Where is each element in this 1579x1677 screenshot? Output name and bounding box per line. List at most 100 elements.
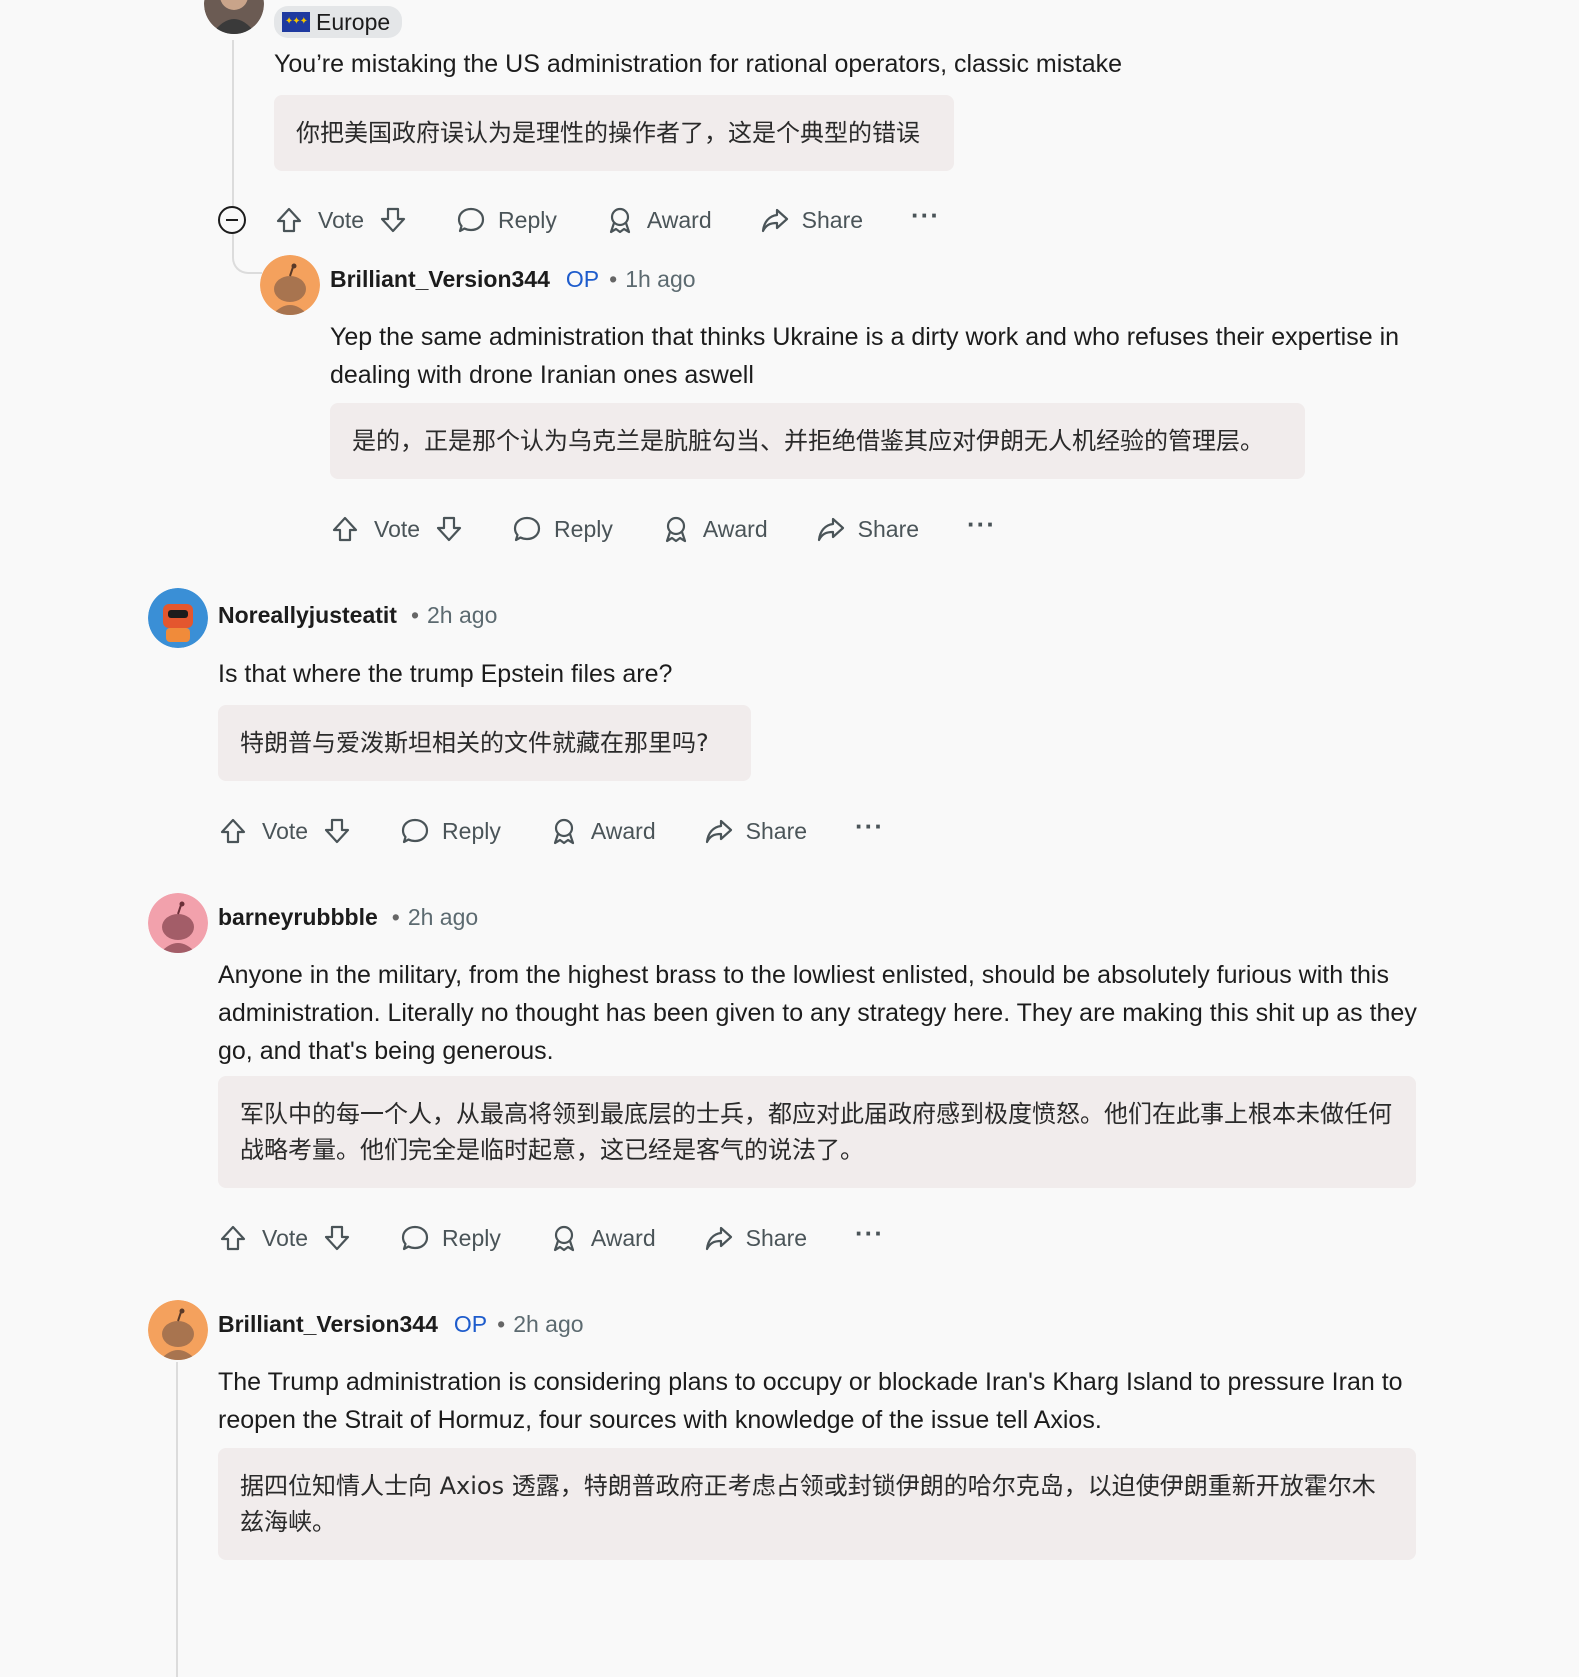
award-label: Award xyxy=(702,515,768,542)
award-ribbon-icon xyxy=(553,818,574,845)
vote-label: Vote xyxy=(318,206,365,233)
comment-thread: ✦✦✦ Europe You’re mistaking the US admin… xyxy=(0,0,1579,1677)
speech-bubble-icon xyxy=(401,818,429,844)
op-badge: OP xyxy=(453,1311,488,1337)
username-link[interactable]: Noreallyjusteatit xyxy=(218,602,397,629)
comment-translation: 是的，正是那个认为乌克兰是肮脏勾当、并拒绝借鉴其应对伊朗无人机经验的管理层。 xyxy=(330,403,1305,479)
share-arrow-icon xyxy=(761,208,788,233)
reply-button[interactable]: Reply xyxy=(400,816,501,846)
share-label: Share xyxy=(857,515,920,542)
separator-dot: • xyxy=(391,904,400,930)
comment-body: Anyone in the military, from the highest… xyxy=(218,961,1417,1065)
vote-control: Vote xyxy=(274,205,408,235)
share-label: Share xyxy=(745,1224,808,1251)
comment-translation: 据四位知情人士向 Axios 透露，特朗普政府正考虑占领或封锁伊朗的哈尔克岛，以… xyxy=(218,1448,1416,1560)
username-link[interactable]: Brilliant_Version344 xyxy=(218,1311,438,1338)
flair-label: Europe xyxy=(316,8,391,35)
avatar[interactable] xyxy=(148,1300,208,1360)
comment-actions: Vote Reply Award Share ··· xyxy=(330,509,996,549)
speech-bubble-icon xyxy=(401,1225,429,1251)
avatar[interactable] xyxy=(204,0,264,34)
reply-button[interactable]: Reply xyxy=(400,1223,501,1253)
vote-control: Vote xyxy=(218,816,352,846)
separator-dot: • xyxy=(497,1311,506,1337)
comment-body: You’re mistaking the US administration f… xyxy=(274,50,1123,78)
user-flair: ✦✦✦ Europe xyxy=(274,6,403,38)
comment-translation: 你把美国政府误认为是理性的操作者了，这是个典型的错误 xyxy=(274,95,954,171)
thread-line xyxy=(176,1362,178,1677)
avatar[interactable] xyxy=(148,893,208,953)
award-label: Award xyxy=(646,206,712,233)
comment-meta: Noreallyjusteatit • 2h ago xyxy=(218,602,497,629)
award-label: Award xyxy=(590,817,656,844)
comment-meta: Brilliant_Version344 OP • 2h ago xyxy=(218,1311,584,1338)
reply-label: Reply xyxy=(554,515,613,542)
timestamp[interactable]: 2h ago xyxy=(427,602,497,629)
vote-label: Vote xyxy=(374,515,421,542)
speech-bubble-icon xyxy=(513,516,541,542)
eu-flag-icon: ✦✦✦ xyxy=(282,12,310,32)
more-options-button[interactable]: ··· xyxy=(967,511,996,539)
username-link[interactable]: Brilliant_Version344 xyxy=(330,266,550,293)
award-label: Award xyxy=(590,1224,656,1251)
avatar[interactable] xyxy=(260,255,320,315)
avatar[interactable] xyxy=(148,588,208,648)
share-label: Share xyxy=(745,817,808,844)
separator-dot: • xyxy=(410,602,420,628)
vote-label: Vote xyxy=(262,817,309,844)
thread-connector xyxy=(232,250,262,274)
comment-body: Is that where the trump Epstein files ar… xyxy=(218,660,673,688)
arrow-up-icon[interactable] xyxy=(330,514,360,544)
vote-label: Vote xyxy=(262,1224,309,1251)
share-arrow-icon xyxy=(817,517,844,542)
arrow-down-icon[interactable] xyxy=(322,816,352,846)
comment-actions: Vote Reply Award Share ··· xyxy=(218,1218,884,1258)
arrow-up-icon[interactable] xyxy=(218,816,248,846)
award-ribbon-icon xyxy=(609,207,630,234)
arrow-up-icon[interactable] xyxy=(274,205,304,235)
collapse-thread-button[interactable] xyxy=(218,206,246,234)
username-link[interactable]: barneyrubbble xyxy=(218,904,378,931)
comment-translation: 特朗普与爱泼斯坦相关的文件就藏在那里吗? xyxy=(218,705,751,781)
arrow-down-icon[interactable] xyxy=(322,1223,352,1253)
reply-label: Reply xyxy=(442,1224,501,1251)
comment-actions: Vote Reply Award Share ··· xyxy=(274,200,940,240)
award-button[interactable]: Award xyxy=(661,514,768,544)
more-options-button[interactable]: ··· xyxy=(911,202,940,230)
reply-label: Reply xyxy=(498,206,557,233)
timestamp[interactable]: 1h ago xyxy=(625,266,695,293)
comment-translation: 军队中的每一个人，从最高将领到最底层的士兵，都应对此届政府感到极度愤怒。他们在此… xyxy=(218,1076,1416,1188)
timestamp[interactable]: 2h ago xyxy=(408,904,478,931)
award-button[interactable]: Award xyxy=(549,1223,656,1253)
comment-meta: Brilliant_Version344 OP • 1h ago xyxy=(330,266,696,293)
comment-meta: barneyrubbble • 2h ago xyxy=(218,904,478,931)
share-arrow-icon xyxy=(705,819,732,844)
award-button[interactable]: Award xyxy=(605,205,712,235)
reply-label: Reply xyxy=(442,817,501,844)
award-button[interactable]: Award xyxy=(549,816,656,846)
award-ribbon-icon xyxy=(665,516,686,543)
arrow-up-icon[interactable] xyxy=(218,1223,248,1253)
more-options-button[interactable]: ··· xyxy=(855,813,884,841)
award-ribbon-icon xyxy=(553,1225,574,1252)
comment-actions: Vote Reply Award Share ··· xyxy=(218,811,884,851)
share-arrow-icon xyxy=(705,1226,732,1251)
arrow-down-icon[interactable] xyxy=(378,205,408,235)
comment-body: The Trump administration is considering … xyxy=(218,1368,1403,1434)
share-button[interactable]: Share xyxy=(816,514,919,544)
share-label: Share xyxy=(801,206,864,233)
reply-button[interactable]: Reply xyxy=(456,205,557,235)
reply-button[interactable]: Reply xyxy=(512,514,613,544)
share-button[interactable]: Share xyxy=(704,816,807,846)
more-options-button[interactable]: ··· xyxy=(855,1220,884,1248)
share-button[interactable]: Share xyxy=(704,1223,807,1253)
minus-circle-icon xyxy=(226,218,238,222)
op-badge: OP xyxy=(565,266,600,292)
arrow-down-icon[interactable] xyxy=(434,514,464,544)
comment-body: Yep the same administration that thinks … xyxy=(330,323,1400,389)
vote-control: Vote xyxy=(218,1223,352,1253)
speech-bubble-icon xyxy=(457,207,485,233)
timestamp[interactable]: 2h ago xyxy=(513,1311,583,1338)
separator-dot: • xyxy=(609,266,618,292)
share-button[interactable]: Share xyxy=(760,205,863,235)
